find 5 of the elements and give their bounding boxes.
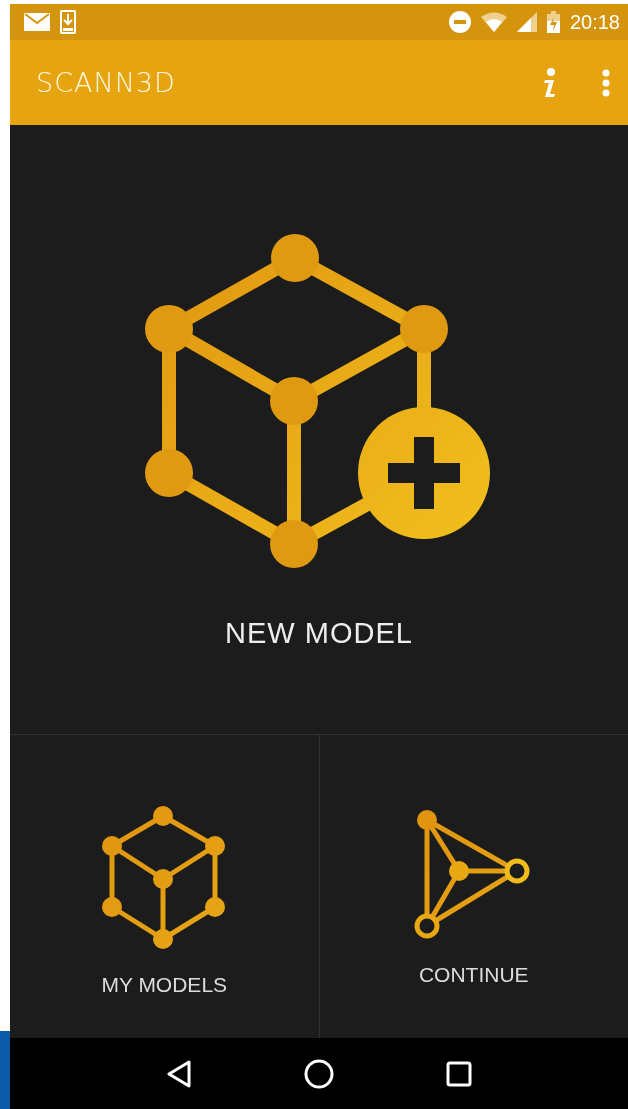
new-model-tile[interactable]: NEW MODEL bbox=[10, 125, 628, 735]
status-time: 20:18 bbox=[569, 10, 620, 34]
continue-tile[interactable]: CONTINUE bbox=[318, 735, 628, 1038]
app-title: SCANN3D bbox=[36, 67, 177, 98]
my-models-tile[interactable]: MY MODELS bbox=[10, 735, 319, 1038]
